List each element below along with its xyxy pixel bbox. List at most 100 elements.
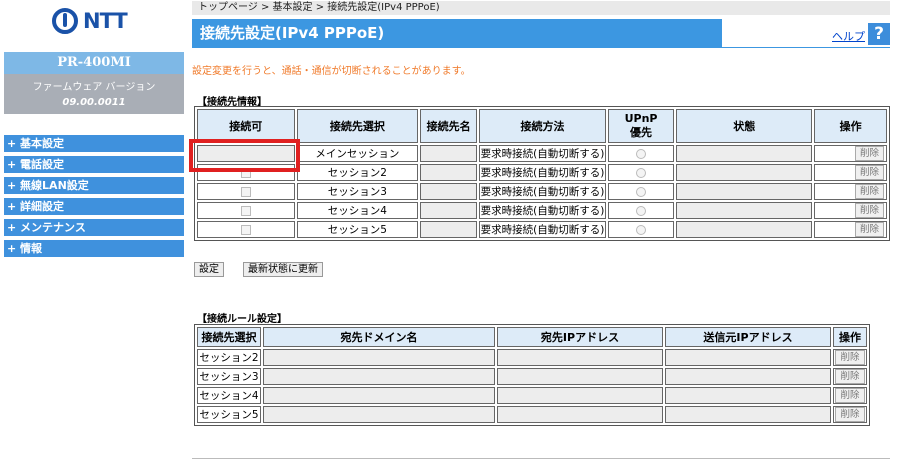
- firmware-label: ファームウェア バージョン: [32, 82, 156, 93]
- ntt-logo: NTT: [52, 8, 128, 34]
- src-ip-cell: [665, 349, 831, 366]
- dest-ip-cell: [497, 387, 663, 404]
- header-divider: [192, 47, 890, 48]
- warning-notice: 設定変更を行うと、通話・通信が切断されることがあります。: [192, 66, 471, 77]
- action-cell: 削除: [833, 406, 867, 423]
- delete-button[interactable]: 削除: [835, 350, 865, 365]
- firmware-box: ファームウェア バージョン 09.00.0011: [4, 74, 184, 114]
- domain-cell: [263, 349, 495, 366]
- upnp-cell: [607, 145, 675, 162]
- domain-cell: [263, 406, 495, 423]
- delete-button[interactable]: 削除: [835, 388, 865, 403]
- sidebar: NTT PR-400MI ファームウェア バージョン 09.00.0011 + …: [0, 0, 184, 467]
- menu-advanced-settings[interactable]: + 詳細設定: [4, 198, 184, 215]
- status-cell: [676, 183, 813, 200]
- upnp-cell: [607, 164, 675, 181]
- enable-checkbox[interactable]: [240, 167, 251, 178]
- session-label: セッション3: [197, 368, 261, 385]
- upnp-radio[interactable]: [636, 224, 647, 235]
- table-row: セッション2 要求時接続(自動切断する) 削除: [197, 164, 887, 181]
- action-cell: 削除: [814, 202, 887, 219]
- menu-wireless-lan-settings[interactable]: + 無線LAN設定: [4, 177, 184, 194]
- status-cell: [676, 202, 813, 219]
- enable-checkbox[interactable]: [240, 186, 251, 197]
- delete-button[interactable]: 削除: [854, 184, 884, 199]
- table-row: セッション3 要求時接続(自動切断する) 削除: [197, 183, 887, 200]
- action-cell: 削除: [814, 164, 887, 181]
- menu-information[interactable]: + 情報: [4, 240, 184, 257]
- src-ip-cell: [665, 406, 831, 423]
- connection-name-cell: [420, 145, 478, 162]
- col-header-name: 接続先名: [420, 109, 478, 143]
- apply-button[interactable]: 設定: [194, 262, 224, 277]
- dest-ip-cell: [497, 349, 663, 366]
- src-ip-cell: [665, 387, 831, 404]
- table-row: メインセッション 要求時接続(自動切断する) 削除: [197, 145, 887, 162]
- domain-cell: [263, 368, 495, 385]
- connection-method: 要求時接続(自動切断する): [479, 164, 606, 181]
- action-cell: 削除: [814, 183, 887, 200]
- session-label: セッション3: [296, 183, 419, 200]
- table-row: セッション3 削除: [197, 368, 867, 385]
- menu-basic-settings[interactable]: + 基本設定: [4, 135, 184, 152]
- table-row: セッション4 要求時接続(自動切断する) 削除: [197, 202, 887, 219]
- session-label: セッション5: [197, 406, 261, 423]
- upnp-radio[interactable]: [636, 148, 647, 159]
- enable-cell: [197, 202, 295, 219]
- menu-phone-settings[interactable]: + 電話設定: [4, 156, 184, 173]
- delete-button[interactable]: 削除: [854, 222, 884, 237]
- status-cell: [676, 164, 813, 181]
- dest-ip-cell: [497, 406, 663, 423]
- upnp-radio[interactable]: [636, 167, 647, 178]
- col-header-session: 接続先選択: [296, 109, 419, 143]
- help-link[interactable]: ヘルプ: [832, 28, 865, 44]
- refresh-button[interactable]: 最新状態に更新: [243, 262, 323, 277]
- col-header-dest-ip: 宛先IPアドレス: [497, 327, 663, 347]
- connection-name-cell: [420, 202, 478, 219]
- status-cell: [676, 221, 813, 238]
- delete-button[interactable]: 削除: [854, 203, 884, 218]
- enable-checkbox[interactable]: [240, 224, 251, 235]
- delete-button[interactable]: 削除: [854, 146, 884, 161]
- delete-button[interactable]: 削除: [854, 165, 884, 180]
- enable-cell: [197, 145, 295, 162]
- col-header-enable: 接続可: [197, 109, 295, 143]
- table-row: セッション4 削除: [197, 387, 867, 404]
- col-header-src-ip: 送信元IPアドレス: [665, 327, 831, 347]
- src-ip-cell: [665, 368, 831, 385]
- rule-settings-table: 接続先選択 宛先ドメイン名 宛先IPアドレス 送信元IPアドレス 操作 セッショ…: [194, 324, 870, 426]
- action-cell: 削除: [814, 145, 887, 162]
- status-cell: [676, 145, 813, 162]
- col-header-upnp: UPnP 優先: [607, 109, 675, 143]
- connection-name-cell: [420, 183, 478, 200]
- model-name: PR-400MI: [4, 52, 184, 74]
- enable-cell: [197, 164, 295, 181]
- delete-button[interactable]: 削除: [835, 407, 865, 422]
- rule-settings-title: 【接続ルール設定】: [197, 314, 287, 325]
- breadcrumb: トップページ > 基本設定 > 接続先設定(IPv4 PPPoE): [192, 1, 890, 15]
- col-header-status: 状態: [676, 109, 813, 143]
- session-label: セッション2: [296, 164, 419, 181]
- firmware-version: 09.00.0011: [62, 97, 126, 108]
- table-row: セッション2 削除: [197, 349, 867, 366]
- action-cell: 削除: [814, 221, 887, 238]
- session-label: セッション2: [197, 349, 261, 366]
- delete-button[interactable]: 削除: [835, 369, 865, 384]
- upnp-radio[interactable]: [636, 205, 647, 216]
- session-label: メインセッション: [296, 145, 419, 162]
- connection-name-cell: [420, 164, 478, 181]
- upnp-radio[interactable]: [636, 186, 647, 197]
- session-label: セッション5: [296, 221, 419, 238]
- ntt-logo-icon: [52, 8, 78, 34]
- enable-cell: [197, 183, 295, 200]
- enable-cell: [197, 221, 295, 238]
- menu-maintenance[interactable]: + メンテナンス: [4, 219, 184, 236]
- footer-divider: [192, 458, 890, 459]
- connection-name-cell: [420, 221, 478, 238]
- col-header-method: 接続方法: [479, 109, 606, 143]
- enable-checkbox[interactable]: [240, 205, 251, 216]
- upnp-cell: [607, 202, 675, 219]
- table-row: セッション5 要求時接続(自動切断する) 削除: [197, 221, 887, 238]
- help-icon[interactable]: ?: [868, 23, 890, 45]
- upnp-cell: [607, 221, 675, 238]
